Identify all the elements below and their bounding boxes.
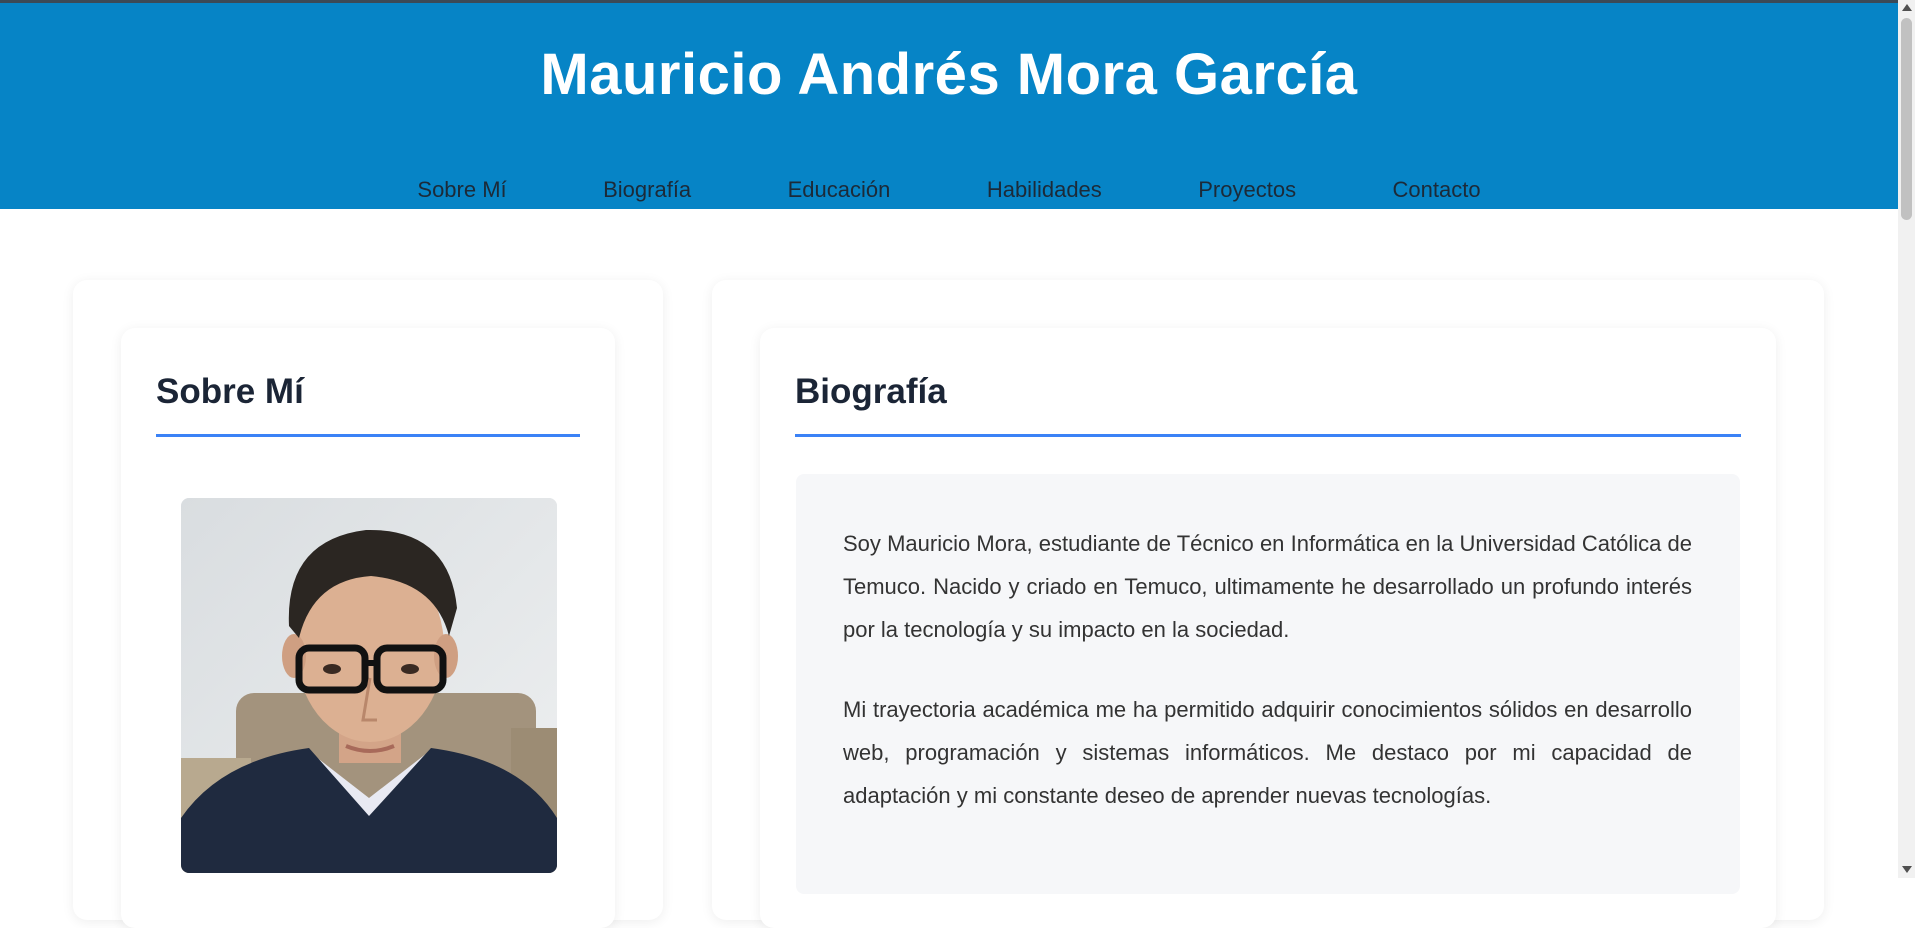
- site-header: Mauricio Andrés Mora García Sobre Mí Bio…: [0, 3, 1898, 209]
- page-scrollbar[interactable]: [1898, 0, 1915, 878]
- profile-photo: [181, 498, 557, 873]
- main-nav: Sobre Mí Biografía Educación Habilidades…: [0, 177, 1898, 203]
- profile-photo-illustration: [181, 498, 557, 873]
- scrollbar-thumb[interactable]: [1901, 18, 1912, 220]
- biography-heading-underline: [795, 434, 1741, 437]
- page-title: Mauricio Andrés Mora García: [540, 42, 1358, 107]
- about-heading: Sobre Mí: [156, 372, 304, 411]
- biography-paragraph-2: Mi trayectoria académica me ha permitido…: [843, 697, 1692, 808]
- about-heading-underline: [156, 434, 580, 437]
- biography-text-box: Soy Mauricio Mora, estudiante de Técnico…: [796, 474, 1740, 894]
- nav-link-proyectos[interactable]: Proyectos: [1198, 177, 1296, 203]
- scroll-up-arrow-icon[interactable]: [1902, 4, 1912, 11]
- nav-link-habilidades[interactable]: Habilidades: [987, 177, 1102, 203]
- biography-heading: Biografía: [795, 372, 947, 411]
- nav-link-contacto[interactable]: Contacto: [1393, 177, 1481, 203]
- nav-link-sobre-mi[interactable]: Sobre Mí: [417, 177, 506, 203]
- scroll-down-arrow-icon[interactable]: [1902, 866, 1912, 873]
- nav-link-educacion[interactable]: Educación: [788, 177, 891, 203]
- biography-paragraph-1: Soy Mauricio Mora, estudiante de Técnico…: [843, 531, 1692, 642]
- nav-link-biografia[interactable]: Biografía: [603, 177, 691, 203]
